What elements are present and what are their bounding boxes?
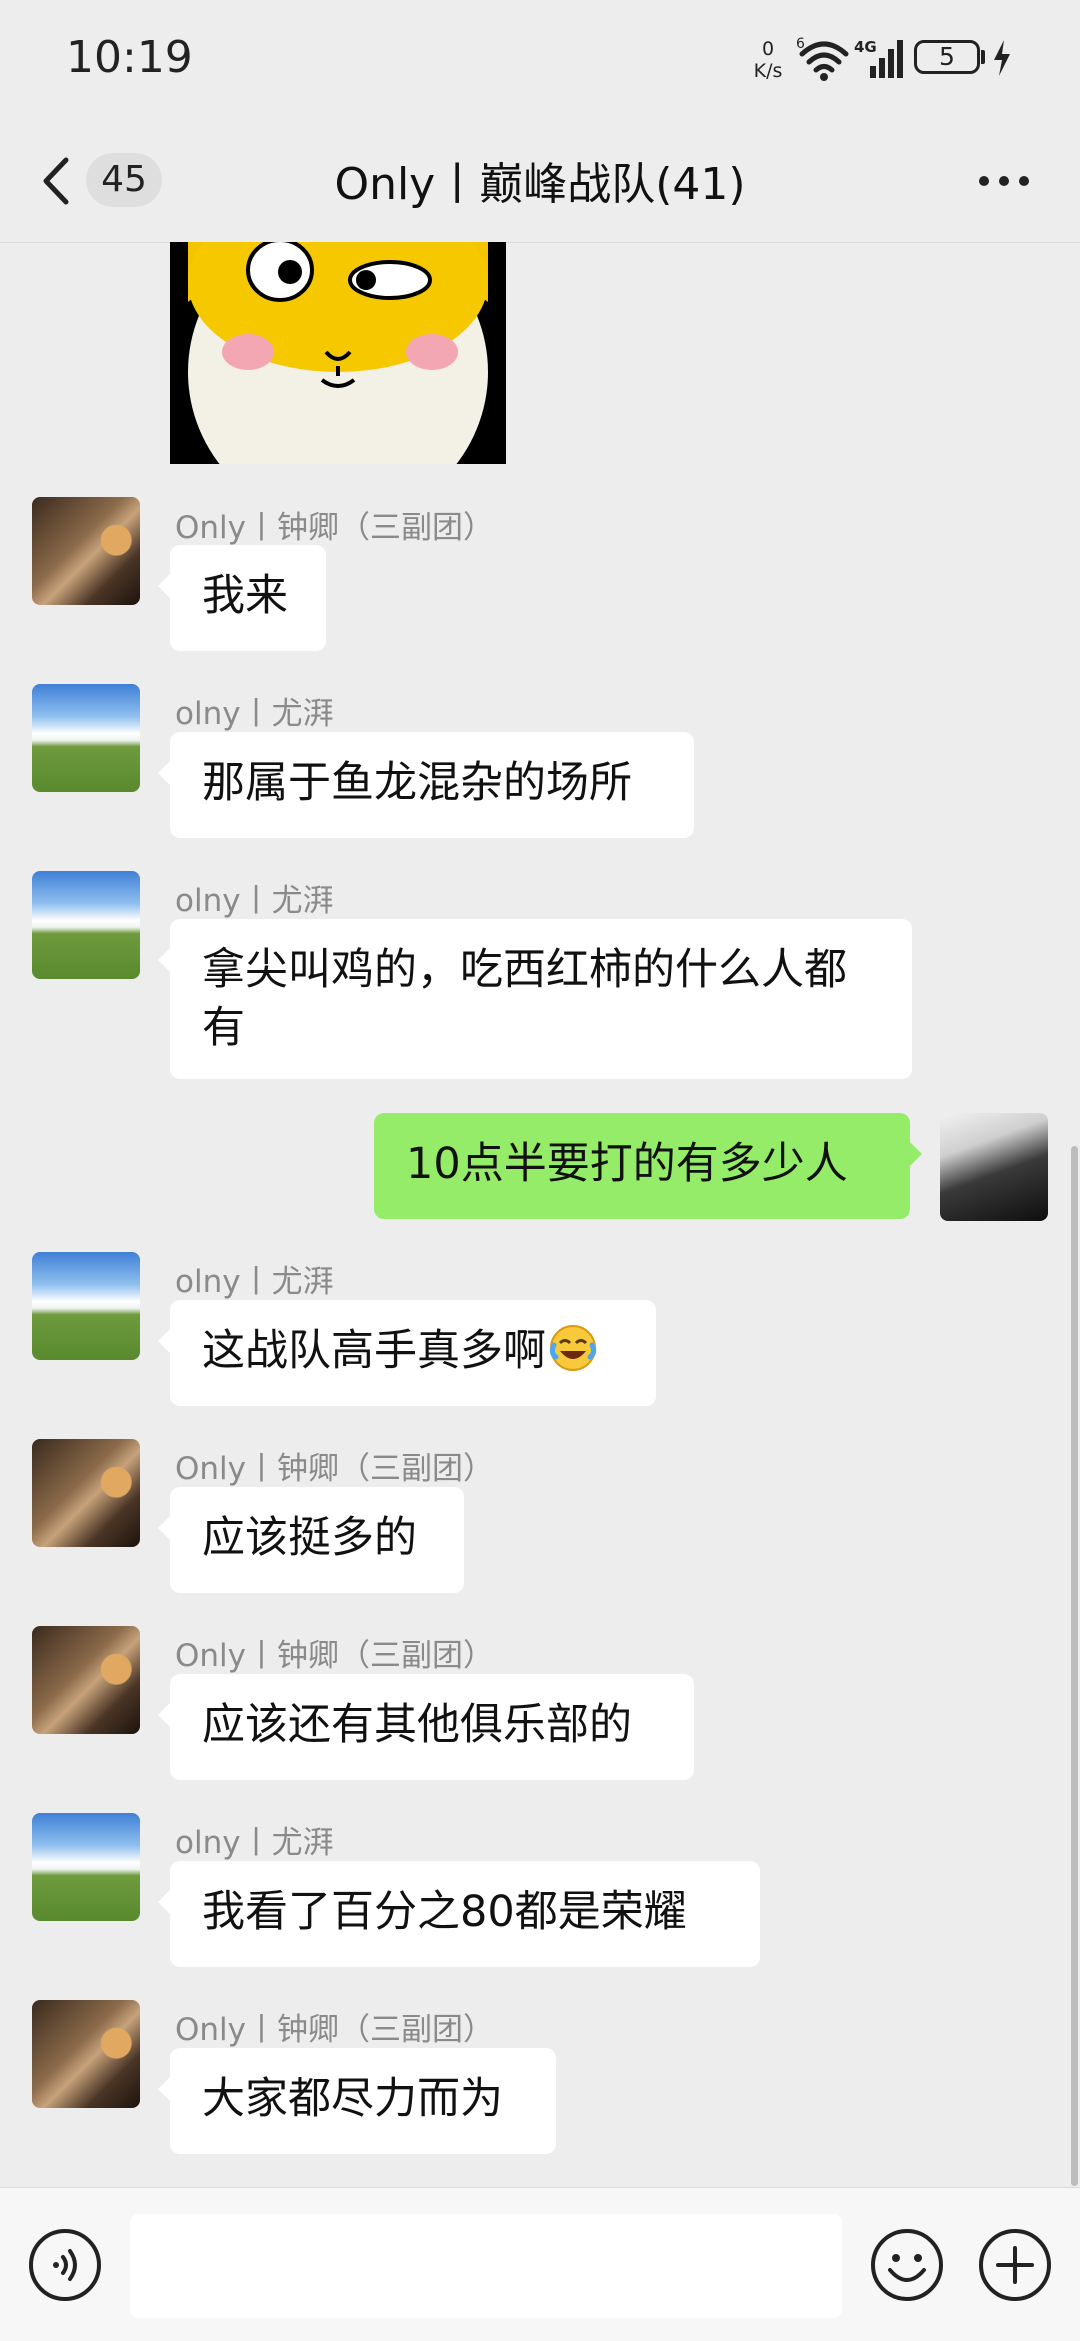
wifi-icon: 6: [796, 36, 849, 81]
status-time: 10:19: [66, 32, 193, 83]
avatar[interactable]: [32, 1813, 140, 1921]
my-avatar[interactable]: [940, 1113, 1048, 1221]
scrollbar[interactable]: [1071, 1146, 1078, 2186]
laughing-tears-emoji-icon: [549, 1325, 597, 1371]
network-type: 4G: [854, 38, 877, 56]
sender-name: olny丨尤湃: [175, 696, 334, 732]
charging-icon: [994, 40, 1010, 76]
message-bubble[interactable]: 大家都尽力而为: [170, 2048, 556, 2154]
network-speed-value: 0: [761, 38, 775, 60]
chat-title: Only丨巅峰战队(41): [334, 159, 746, 210]
status-bar: 10:19 0 K/s 6 4G 5: [0, 0, 1080, 120]
bubble-tail: [158, 1329, 170, 1353]
chat-header: 45 Only丨巅峰战队(41): [0, 120, 1080, 243]
sender-name: Only丨钟卿（三副团）: [175, 1638, 495, 1674]
sticker-image[interactable]: [170, 242, 506, 464]
message-bubble[interactable]: 我看了百分之80都是荣耀: [170, 1861, 760, 1967]
avatar[interactable]: [32, 871, 140, 979]
cartoon-sticker-icon: [188, 242, 488, 464]
voice-icon[interactable]: [28, 2228, 102, 2302]
message-input[interactable]: [130, 2214, 842, 2318]
network-speed: 0 K/s: [746, 38, 790, 82]
bubble-tail: [158, 1890, 170, 1914]
bubble-tail: [158, 574, 170, 598]
my-message-bubble[interactable]: 10点半要打的有多少人: [374, 1113, 910, 1219]
avatar[interactable]: [32, 497, 140, 605]
unread-count-badge[interactable]: 45: [86, 153, 162, 207]
avatar[interactable]: [32, 1626, 140, 1734]
battery-cap: [981, 50, 985, 64]
message-bubble[interactable]: 应该挺多的: [170, 1487, 464, 1593]
input-bar: [0, 2187, 1080, 2341]
sender-name: olny丨尤湃: [175, 883, 334, 919]
message-bubble[interactable]: 这战队高手真多啊: [170, 1300, 656, 1406]
network-speed-unit: K/s: [753, 60, 783, 82]
sender-name: olny丨尤湃: [175, 1264, 334, 1300]
bubble-tail: [158, 2077, 170, 2101]
sender-name: Only丨钟卿（三副团）: [175, 510, 495, 546]
bubble-tail: [910, 1142, 922, 1166]
battery-icon: 5: [914, 40, 980, 74]
message-text: 这战队高手真多啊: [202, 1326, 546, 1376]
message-bubble[interactable]: 拿尖叫鸡的，吃西红柿的什么人都有: [170, 919, 912, 1079]
wifi-label: 6: [796, 36, 805, 52]
sender-name: olny丨尤湃: [175, 1825, 334, 1861]
avatar[interactable]: [32, 1439, 140, 1547]
sender-name: Only丨钟卿（三副团）: [175, 2012, 495, 2048]
message-bubble[interactable]: 应该还有其他俱乐部的: [170, 1674, 694, 1780]
plus-icon[interactable]: [978, 2228, 1052, 2302]
bubble-tail: [158, 761, 170, 785]
bubble-tail: [158, 1516, 170, 1540]
message-bubble[interactable]: 那属于鱼龙混杂的场所: [170, 732, 694, 838]
avatar[interactable]: [32, 1252, 140, 1360]
emoji-icon[interactable]: [870, 2228, 944, 2302]
bubble-tail: [158, 1703, 170, 1727]
avatar[interactable]: [32, 684, 140, 792]
sender-name: Only丨钟卿（三副团）: [175, 1451, 495, 1487]
bubble-tail: [158, 948, 170, 972]
message-bubble[interactable]: 我来: [170, 545, 326, 651]
avatar[interactable]: [32, 2000, 140, 2108]
signal-icon: 4G: [854, 38, 903, 78]
more-dots-icon[interactable]: [974, 166, 1034, 196]
chevron-left-icon[interactable]: [36, 154, 76, 208]
